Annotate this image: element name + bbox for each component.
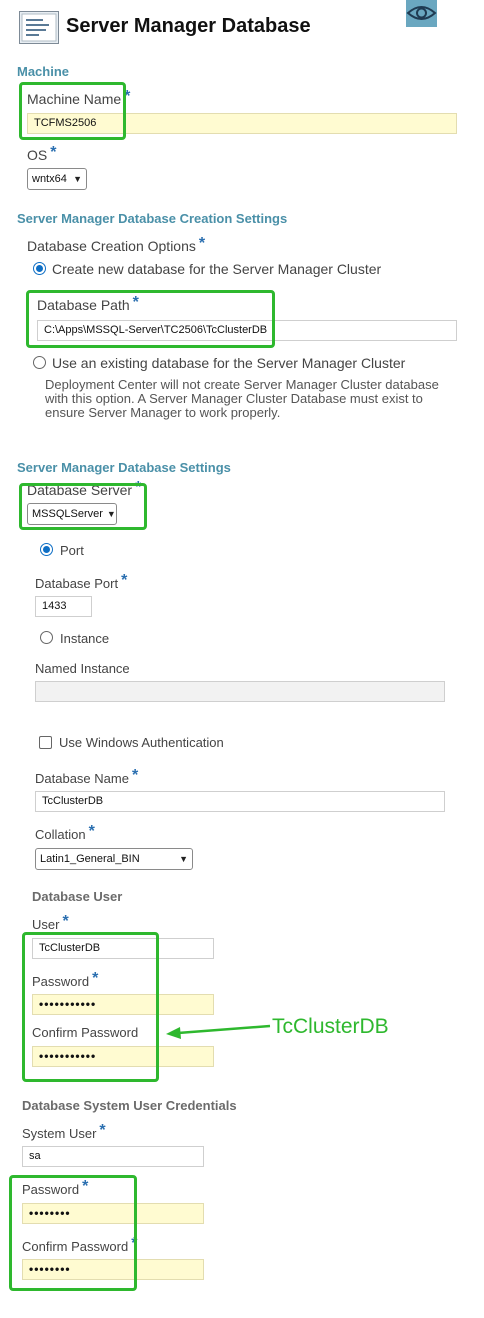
machine-section-title: Machine — [17, 64, 70, 79]
highlight-system-password — [9, 1175, 137, 1291]
port-radio[interactable] — [40, 543, 53, 556]
database-port-label: Database Port * — [35, 572, 128, 591]
instance-radio-label: Instance — [60, 631, 110, 646]
system-user-label: System User * — [22, 1122, 106, 1141]
required-star-icon: * — [50, 144, 57, 161]
highlight-machine-name — [19, 82, 126, 140]
required-star-icon: * — [88, 823, 95, 840]
port-radio-label: Port — [60, 543, 84, 558]
os-select[interactable]: wntx64 ▼ — [27, 168, 87, 190]
named-instance-input[interactable] — [35, 681, 445, 702]
annotation-arrow-icon — [162, 1020, 272, 1042]
required-star-icon: * — [99, 1122, 106, 1139]
system-user-input[interactable]: sa — [22, 1146, 204, 1167]
database-port-input[interactable]: 1433 — [35, 596, 92, 617]
collation-label: Collation * — [35, 823, 95, 842]
highlight-database-user — [22, 932, 159, 1082]
system-user-title: Database System User Credentials — [22, 1098, 237, 1113]
required-star-icon: * — [121, 572, 128, 589]
highlight-database-server — [19, 483, 147, 530]
required-star-icon: * — [131, 767, 139, 784]
windows-auth-label: Use Windows Authentication — [59, 735, 224, 750]
required-star-icon: * — [62, 913, 69, 930]
chevron-down-icon: ▼ — [73, 174, 82, 184]
named-instance-label: Named Instance — [35, 661, 130, 676]
chevron-down-icon: ▼ — [179, 854, 188, 864]
use-existing-radio-label: Use an existing database for the Server … — [52, 355, 406, 371]
collation-select[interactable]: Latin1_General_BIN ▼ — [35, 848, 193, 870]
required-star-icon: * — [198, 235, 206, 252]
create-new-radio[interactable] — [33, 262, 46, 275]
creation-options-label: Database Creation Options * — [27, 235, 206, 254]
windows-auth-checkbox[interactable] — [39, 736, 52, 749]
database-user-title: Database User — [32, 889, 123, 904]
database-name-label: Database Name * — [35, 767, 139, 786]
os-label: OS * — [27, 144, 57, 163]
database-name-input[interactable]: TcClusterDB — [35, 791, 445, 812]
instance-radio[interactable] — [40, 631, 53, 644]
database-settings-title: Server Manager Database Settings — [17, 460, 231, 475]
annotation-text: TcClusterDB — [272, 1015, 389, 1038]
creation-settings-title: Server Manager Database Creation Setting… — [17, 211, 288, 226]
eye-icon[interactable] — [406, 0, 437, 27]
use-existing-help-text: Deployment Center will not create Server… — [45, 377, 439, 420]
page-icon — [19, 11, 59, 44]
use-existing-radio[interactable] — [33, 356, 46, 369]
page-title: Server Manager Database — [66, 15, 311, 37]
highlight-database-path — [26, 290, 275, 348]
create-new-radio-label: Create new database for the Server Manag… — [52, 261, 382, 277]
